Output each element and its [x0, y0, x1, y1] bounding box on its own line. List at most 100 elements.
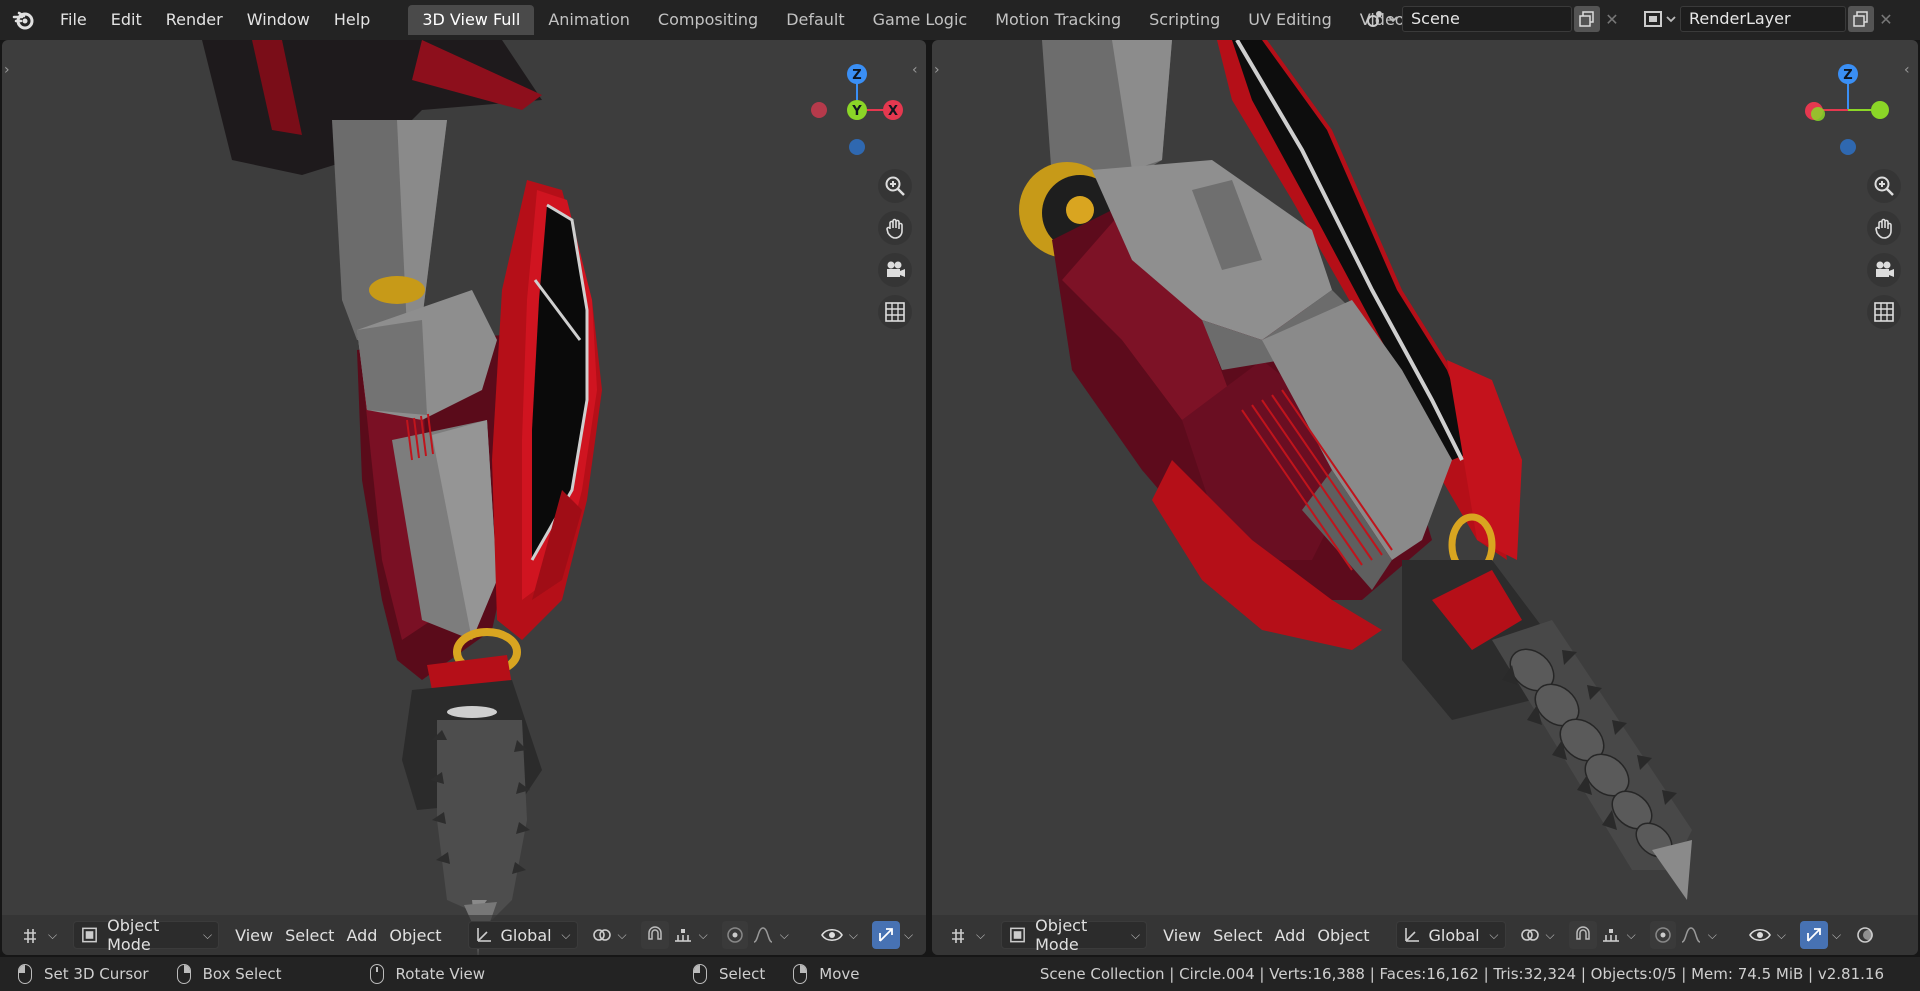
- snap-target-icon[interactable]: ⌵: [669, 921, 712, 949]
- tab-compositing[interactable]: Compositing: [644, 5, 772, 35]
- mode-dropdown[interactable]: Object Mode ⌵: [1001, 916, 1148, 954]
- mouse-left-icon: [693, 964, 707, 984]
- viewport-right[interactable]: › ‹ Z ⌵ Object Mode ⌵ View Select Add Ob…: [932, 40, 1918, 955]
- hint-label: Move: [819, 965, 860, 983]
- mode-label: Object Mode: [1035, 916, 1088, 954]
- menu-edit[interactable]: Edit: [99, 4, 154, 36]
- hint-rotate-view: Rotate View: [369, 964, 485, 984]
- hint-box-select: Box Select: [176, 964, 282, 984]
- menu-object[interactable]: Object: [1311, 921, 1375, 949]
- scene-name-field[interactable]: Scene: [1402, 6, 1572, 32]
- proportional-edit-icon[interactable]: [721, 921, 748, 949]
- snap-icon[interactable]: [1568, 921, 1597, 949]
- hint-set-3d-cursor: Set 3D Cursor: [18, 964, 149, 984]
- tab-3d-view-full[interactable]: 3D View Full: [408, 5, 535, 35]
- navigation-gizmo-right[interactable]: Z: [1780, 50, 1900, 170]
- orientation-dropdown[interactable]: Global ⌵: [1395, 921, 1506, 949]
- menu-render[interactable]: Render: [154, 4, 235, 36]
- orientation-icon: [1404, 928, 1419, 942]
- menu-file[interactable]: File: [48, 4, 99, 36]
- tab-default[interactable]: Default: [772, 5, 858, 35]
- orientation-icon: [476, 928, 491, 942]
- hint-label: Set 3D Cursor: [44, 965, 149, 983]
- object-mode-icon: [82, 927, 98, 943]
- menu-select[interactable]: Select: [279, 921, 340, 949]
- hint-select: Select: [693, 964, 765, 984]
- gizmo-toggle-icon[interactable]: [1799, 921, 1828, 949]
- menu-add[interactable]: Add: [1268, 921, 1311, 949]
- gizmo-z-label: Z: [852, 68, 861, 83]
- gizmo-toggle-icon[interactable]: [871, 921, 900, 949]
- camera-view-icon[interactable]: [878, 253, 912, 287]
- top-bar: File Edit Render Window Help 3D View Ful…: [0, 0, 1920, 40]
- falloff-icon[interactable]: ⌵: [1676, 921, 1721, 949]
- proportional-edit-icon[interactable]: [1649, 921, 1676, 949]
- gizmo-z-label: Z: [1843, 68, 1852, 83]
- editor-type-icon[interactable]: ⌵: [944, 921, 991, 949]
- status-bar: Set 3D Cursor Box Select Rotate View Sel…: [0, 957, 1920, 991]
- orientation-label: Global: [500, 925, 552, 945]
- hint-label: Box Select: [202, 965, 282, 983]
- menu-select[interactable]: Select: [1207, 921, 1268, 949]
- menu-view[interactable]: View: [229, 921, 279, 949]
- tab-animation[interactable]: Animation: [534, 5, 644, 35]
- viewport-header-right: ⌵ Object Mode ⌵ View Select Add Object G…: [932, 915, 1918, 955]
- object-mode-icon: [1010, 927, 1026, 943]
- model-render-right: [1019, 40, 1692, 900]
- pivot-point-icon[interactable]: ⌵: [1516, 921, 1559, 949]
- scene-browse-icon[interactable]: [1362, 5, 1402, 33]
- render-layer-copy-icon[interactable]: [1848, 6, 1874, 32]
- menu-object[interactable]: Object: [383, 921, 447, 949]
- camera-view-icon[interactable]: [1867, 253, 1901, 287]
- zoom-icon[interactable]: [1867, 169, 1901, 203]
- perspective-grid-icon[interactable]: [1867, 295, 1901, 329]
- tab-scripting[interactable]: Scripting: [1135, 5, 1234, 35]
- sidebar-expand-icon[interactable]: ‹: [1904, 60, 1914, 80]
- zoom-icon[interactable]: [878, 169, 912, 203]
- toolbar-expand-icon[interactable]: ›: [934, 60, 944, 80]
- orientation-dropdown[interactable]: Global ⌵: [467, 921, 578, 949]
- falloff-icon[interactable]: ⌵: [748, 921, 793, 949]
- toolbar-expand-icon[interactable]: ›: [4, 60, 14, 80]
- snap-target-icon[interactable]: ⌵: [1597, 921, 1640, 949]
- scene-close-icon[interactable]: ✕: [1600, 6, 1624, 32]
- menu-view[interactable]: View: [1157, 921, 1207, 949]
- menu-window[interactable]: Window: [235, 4, 322, 36]
- scene-copy-icon[interactable]: [1574, 6, 1600, 32]
- pan-hand-icon[interactable]: [878, 211, 912, 245]
- snap-icon[interactable]: [640, 921, 669, 949]
- render-layer-name-field[interactable]: RenderLayer: [1680, 6, 1846, 32]
- render-layer-browse-icon[interactable]: [1640, 5, 1680, 33]
- orientation-label: Global: [1428, 925, 1480, 945]
- visibility-eye-icon[interactable]: ⌵: [1745, 921, 1790, 949]
- viewport-left[interactable]: › ‹ Z Y X ⌵ Object Mode ⌵ View Select Ad…: [2, 40, 926, 955]
- render-layer-close-icon[interactable]: ✕: [1874, 6, 1898, 32]
- pan-hand-icon[interactable]: [1867, 211, 1901, 245]
- menu-help[interactable]: Help: [322, 4, 382, 36]
- blender-logo-icon[interactable]: [12, 8, 36, 32]
- mouse-right-icon: [176, 964, 191, 984]
- viewport-header-left: ⌵ Object Mode ⌵ View Select Add Object G…: [2, 915, 926, 955]
- editor-type-icon[interactable]: ⌵: [16, 921, 63, 949]
- tab-game-logic[interactable]: Game Logic: [859, 5, 982, 35]
- visibility-eye-icon[interactable]: ⌵: [817, 921, 862, 949]
- perspective-grid-icon[interactable]: [878, 295, 912, 329]
- overlay-icon[interactable]: [1851, 921, 1879, 949]
- tab-motion-tracking[interactable]: Motion Tracking: [981, 5, 1135, 35]
- mode-label: Object Mode: [107, 916, 160, 954]
- hint-move: Move: [793, 964, 860, 984]
- pivot-point-icon[interactable]: ⌵: [588, 921, 631, 949]
- menu-add[interactable]: Add: [340, 921, 383, 949]
- workspace-tabs: 3D View Full Animation Compositing Defau…: [408, 4, 1505, 36]
- gizmo-y-label: Y: [851, 104, 862, 119]
- gizmo-x-label: X: [888, 104, 898, 119]
- hint-label: Rotate View: [395, 965, 485, 983]
- mouse-left-icon: [18, 964, 32, 984]
- mouse-right-icon: [793, 964, 808, 984]
- tab-uv-editing[interactable]: UV Editing: [1234, 5, 1345, 35]
- scene-selector: Scene ✕: [1362, 5, 1624, 33]
- mode-dropdown[interactable]: Object Mode ⌵: [73, 916, 220, 954]
- model-render-left: [202, 40, 602, 955]
- navigation-gizmo-left[interactable]: Z Y X: [799, 50, 919, 170]
- hint-label: Select: [719, 965, 766, 983]
